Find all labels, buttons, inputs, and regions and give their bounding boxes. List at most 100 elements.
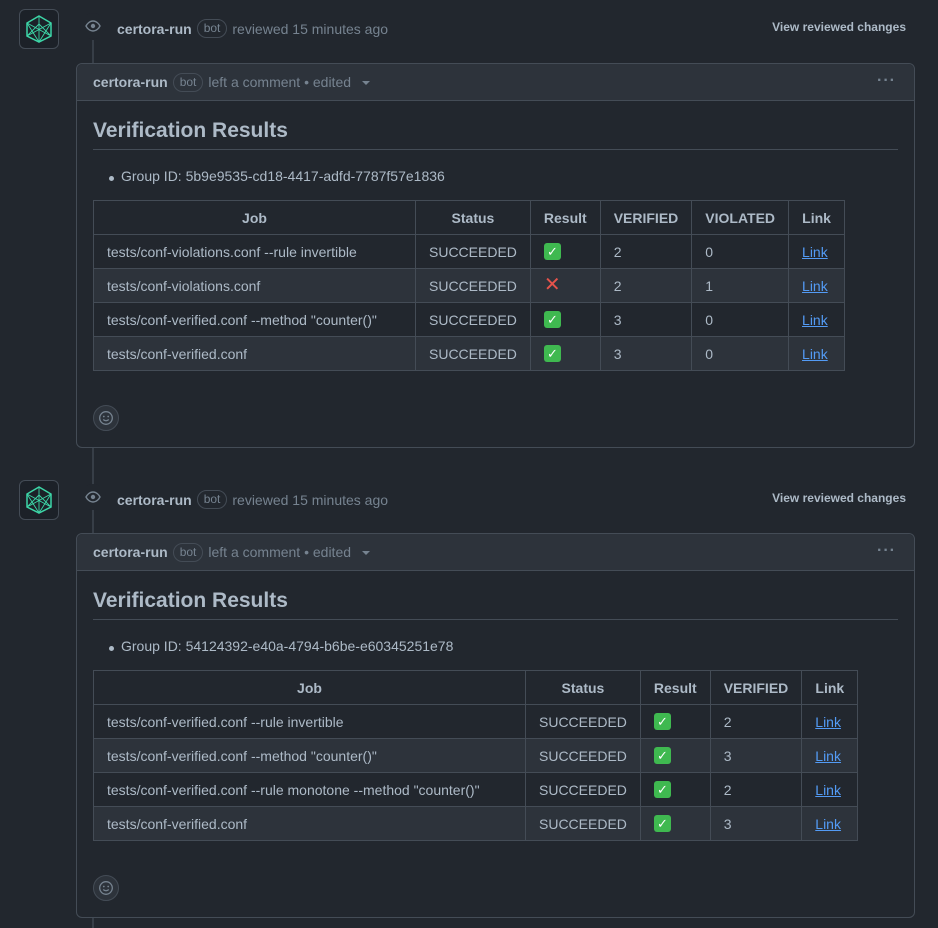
check-mark-icon: ✓ bbox=[653, 781, 671, 798]
check-mark-icon: ✓ bbox=[653, 815, 671, 832]
report-link[interactable]: Link bbox=[815, 782, 841, 798]
report-link[interactable]: Link bbox=[815, 748, 841, 764]
status-cell: SUCCEEDED bbox=[415, 234, 531, 269]
results-table: Job Status Result VERIFIED Link tests/co… bbox=[93, 670, 859, 841]
status-cell: SUCCEEDED bbox=[525, 738, 641, 773]
result-cell: ✓ bbox=[529, 234, 601, 269]
table-row: tests/conf-verified.conf --method "count… bbox=[93, 302, 846, 337]
review-action: reviewed 15 minutes ago bbox=[232, 491, 389, 508]
status-cell: SUCCEEDED bbox=[525, 704, 641, 739]
link-cell: Link bbox=[801, 806, 859, 841]
column-header: Status bbox=[415, 200, 531, 235]
status-cell: SUCCEEDED bbox=[415, 268, 531, 303]
status-cell: SUCCEEDED bbox=[525, 772, 641, 807]
review-header: certora-run bot reviewed 15 minutes ago bbox=[117, 19, 388, 38]
verified-cell: 3 bbox=[709, 738, 803, 773]
comment-author[interactable]: certora-run bbox=[93, 74, 168, 90]
result-cell: ✓ bbox=[529, 336, 601, 371]
check-mark-icon: ✓ bbox=[543, 243, 561, 260]
column-header: Job bbox=[93, 670, 526, 705]
status-cell: SUCCEEDED bbox=[525, 806, 641, 841]
column-header: VERIFIED bbox=[709, 670, 803, 705]
link-cell: Link bbox=[788, 302, 846, 337]
result-cell: ✓ bbox=[639, 772, 711, 807]
job-cell: tests/conf-verified.conf --method "count… bbox=[93, 302, 416, 337]
column-header: Job bbox=[93, 200, 416, 235]
report-link[interactable]: Link bbox=[802, 244, 828, 260]
result-cell: ✓ bbox=[639, 806, 711, 841]
table-row: tests/conf-verified.conf SUCCEEDED ✓ 3 L… bbox=[93, 806, 859, 841]
result-cell: ✕ bbox=[529, 268, 601, 303]
report-link[interactable]: Link bbox=[815, 714, 841, 730]
review-author[interactable]: certora-run bbox=[117, 492, 192, 508]
verified-cell: 3 bbox=[599, 302, 693, 337]
view-reviewed-changes-button[interactable]: View reviewed changes bbox=[772, 491, 906, 505]
report-link[interactable]: Link bbox=[802, 278, 828, 294]
job-cell: tests/conf-violations.conf --rule invert… bbox=[93, 234, 416, 269]
column-header: VERIFIED bbox=[599, 200, 693, 235]
comment-meta: left a comment • edited bbox=[208, 544, 352, 560]
job-cell: tests/conf-verified.conf --rule monotone… bbox=[93, 772, 526, 807]
table-header-row: Job Status Result VERIFIED VIOLATED Link bbox=[93, 200, 846, 235]
table-row: tests/conf-violations.conf SUCCEEDED ✕ 2… bbox=[93, 268, 846, 303]
result-cell: ✓ bbox=[639, 738, 711, 773]
table-row: tests/conf-verified.conf --rule invertib… bbox=[93, 704, 859, 739]
link-cell: Link bbox=[801, 704, 859, 739]
status-cell: SUCCEEDED bbox=[415, 336, 531, 371]
review-action: reviewed 15 minutes ago bbox=[232, 20, 389, 37]
cross-mark-icon: ✕ bbox=[543, 274, 561, 296]
comment-header: certora-run bot left a comment • edited … bbox=[77, 534, 914, 571]
report-link[interactable]: Link bbox=[802, 346, 828, 362]
check-mark-icon: ✓ bbox=[543, 345, 561, 362]
table-header-row: Job Status Result VERIFIED Link bbox=[93, 670, 859, 705]
bot-badge: bot bbox=[172, 72, 204, 92]
table-row: tests/conf-verified.conf --rule monotone… bbox=[93, 772, 859, 807]
status-cell: SUCCEEDED bbox=[415, 302, 531, 337]
check-mark-icon: ✓ bbox=[543, 311, 561, 328]
job-cell: tests/conf-verified.conf --rule invertib… bbox=[93, 704, 526, 739]
comment-card: certora-run bot left a comment • edited … bbox=[76, 533, 915, 918]
verified-cell: 3 bbox=[599, 336, 693, 371]
kebab-horizontal-icon[interactable]: ··· bbox=[877, 542, 896, 560]
column-header: Result bbox=[529, 200, 601, 235]
eye-icon bbox=[80, 484, 106, 510]
group-id: Group ID: 5b9e9535-cd18-4417-adfd-7787f5… bbox=[93, 168, 898, 184]
job-cell: tests/conf-violations.conf bbox=[93, 268, 416, 303]
job-cell: tests/conf-verified.conf bbox=[93, 806, 526, 841]
violated-cell: 1 bbox=[691, 268, 790, 303]
review-author[interactable]: certora-run bbox=[117, 21, 192, 37]
edited-dropdown-icon[interactable] bbox=[362, 551, 371, 555]
smiley-icon[interactable] bbox=[93, 405, 119, 431]
violated-cell: 0 bbox=[691, 302, 790, 337]
timeline-line bbox=[92, 40, 94, 63]
verified-cell: 2 bbox=[709, 704, 803, 739]
certora-avatar[interactable] bbox=[19, 480, 59, 520]
link-cell: Link bbox=[801, 772, 859, 807]
results-table: Job Status Result VERIFIED VIOLATED Link… bbox=[93, 200, 846, 371]
report-link[interactable]: Link bbox=[815, 816, 841, 832]
table-row: tests/conf-verified.conf --method "count… bbox=[93, 738, 859, 773]
violated-cell: 0 bbox=[691, 336, 790, 371]
smiley-icon[interactable] bbox=[93, 875, 119, 901]
result-cell: ✓ bbox=[639, 704, 711, 739]
certora-logo-icon bbox=[26, 15, 52, 43]
link-cell: Link bbox=[788, 234, 846, 269]
kebab-horizontal-icon[interactable]: ··· bbox=[877, 72, 896, 90]
link-cell: Link bbox=[801, 738, 859, 773]
comment-author[interactable]: certora-run bbox=[93, 544, 168, 560]
comment-card: certora-run bot left a comment • edited … bbox=[76, 63, 915, 448]
job-cell: tests/conf-verified.conf --method "count… bbox=[93, 738, 526, 773]
link-cell: Link bbox=[788, 336, 846, 371]
verified-cell: 2 bbox=[599, 234, 693, 269]
edited-dropdown-icon[interactable] bbox=[362, 81, 371, 85]
verified-cell: 2 bbox=[599, 268, 693, 303]
comment-title: Verification Results bbox=[93, 571, 898, 620]
view-reviewed-changes-button[interactable]: View reviewed changes bbox=[772, 20, 906, 34]
comment-header: certora-run bot left a comment • edited … bbox=[77, 64, 914, 101]
certora-avatar[interactable] bbox=[19, 9, 59, 49]
job-cell: tests/conf-verified.conf bbox=[93, 336, 416, 371]
column-header: Link bbox=[788, 200, 846, 235]
report-link[interactable]: Link bbox=[802, 312, 828, 328]
verified-cell: 3 bbox=[709, 806, 803, 841]
result-cell: ✓ bbox=[529, 302, 601, 337]
